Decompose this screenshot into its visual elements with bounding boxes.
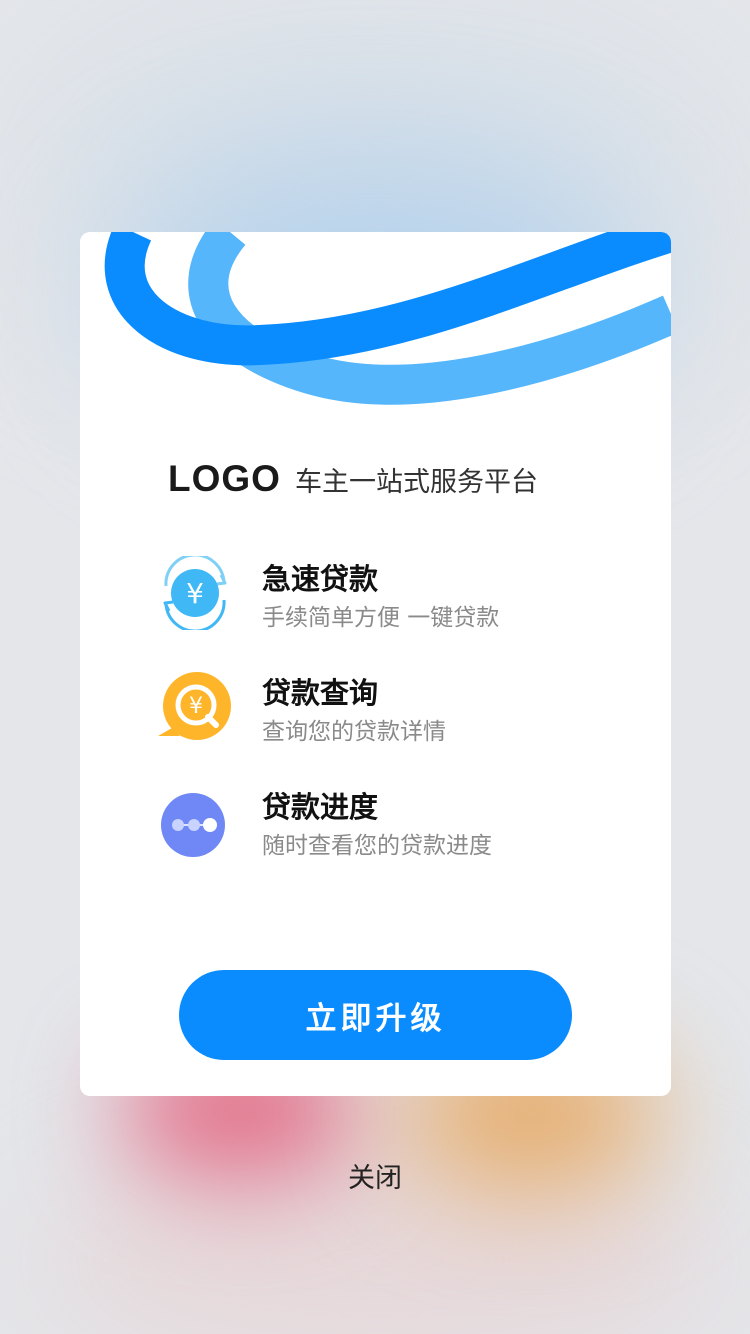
- feature-title: 贷款进度: [262, 790, 379, 824]
- feature-desc: 手续简单方便 一键贷款: [262, 605, 500, 631]
- yuan-exchange-icon: ¥: [163, 556, 227, 630]
- tagline: 车主一站式服务平台: [294, 466, 538, 498]
- yuan-search-icon: ¥: [158, 672, 231, 740]
- brand-row: LOGO 车主一站式服务平台: [168, 454, 538, 504]
- progress-dots-icon: [161, 793, 225, 857]
- feature-fast-loan: ¥ 急速贷款 手续简单方便 一键贷款: [158, 556, 618, 636]
- feature-desc: 查询您的贷款详情: [262, 719, 446, 745]
- svg-text:¥: ¥: [189, 694, 203, 719]
- logo: LOGO: [168, 458, 281, 499]
- upgrade-dialog: LOGO 车主一站式服务平台 ¥ 急速贷款 手续简单方便 一键贷款 ¥ 贷款查询…: [80, 232, 671, 1096]
- close-button[interactable]: 关闭: [300, 1152, 450, 1198]
- wave-decoration: [104, 232, 671, 405]
- feature-title: 急速贷款: [262, 562, 379, 596]
- upgrade-now-button[interactable]: 立即升级: [179, 970, 572, 1060]
- svg-text:¥: ¥: [186, 577, 204, 610]
- feature-title: 贷款查询: [262, 676, 379, 710]
- feature-loan-query: ¥ 贷款查询 查询您的贷款详情: [158, 670, 618, 750]
- feature-loan-progress: 贷款进度 随时查看您的贷款进度: [158, 784, 618, 864]
- feature-desc: 随时查看您的贷款进度: [262, 833, 492, 859]
